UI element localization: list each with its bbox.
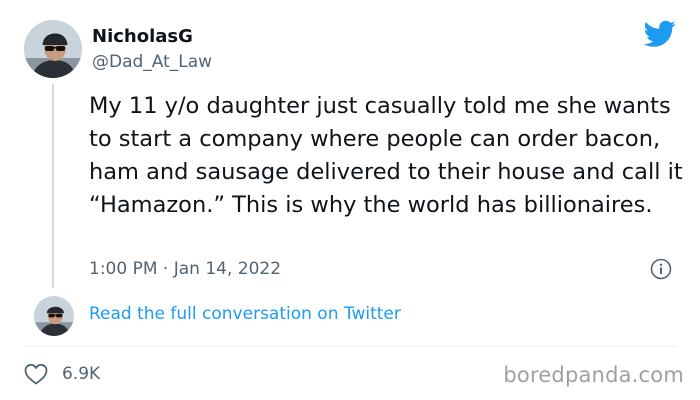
- divider: [24, 346, 676, 347]
- author-handle[interactable]: @Dad_At_Law: [92, 52, 212, 72]
- twitter-bird-icon[interactable]: [644, 20, 676, 48]
- watermark: boredpanda.com: [503, 363, 684, 387]
- avatar-image-small: [34, 296, 74, 336]
- read-conversation-link[interactable]: Read the full conversation on Twitter: [89, 304, 401, 324]
- author-avatar[interactable]: [24, 20, 82, 78]
- reply-avatar[interactable]: [34, 296, 74, 336]
- tweet-timestamp[interactable]: 1:00 PM · Jan 14, 2022: [89, 259, 281, 279]
- like-count: 6.9K: [62, 364, 101, 384]
- avatar-image: [24, 20, 82, 78]
- thread-line: [52, 84, 54, 288]
- heart-icon[interactable]: [24, 363, 48, 385]
- author-display-name[interactable]: NicholasG: [92, 26, 193, 47]
- info-icon[interactable]: [650, 258, 672, 280]
- tweet-card: NicholasG @Dad_At_Law My 11 y/o daughter…: [0, 0, 700, 400]
- tweet-text: My 11 y/o daughter just casually told me…: [89, 93, 683, 218]
